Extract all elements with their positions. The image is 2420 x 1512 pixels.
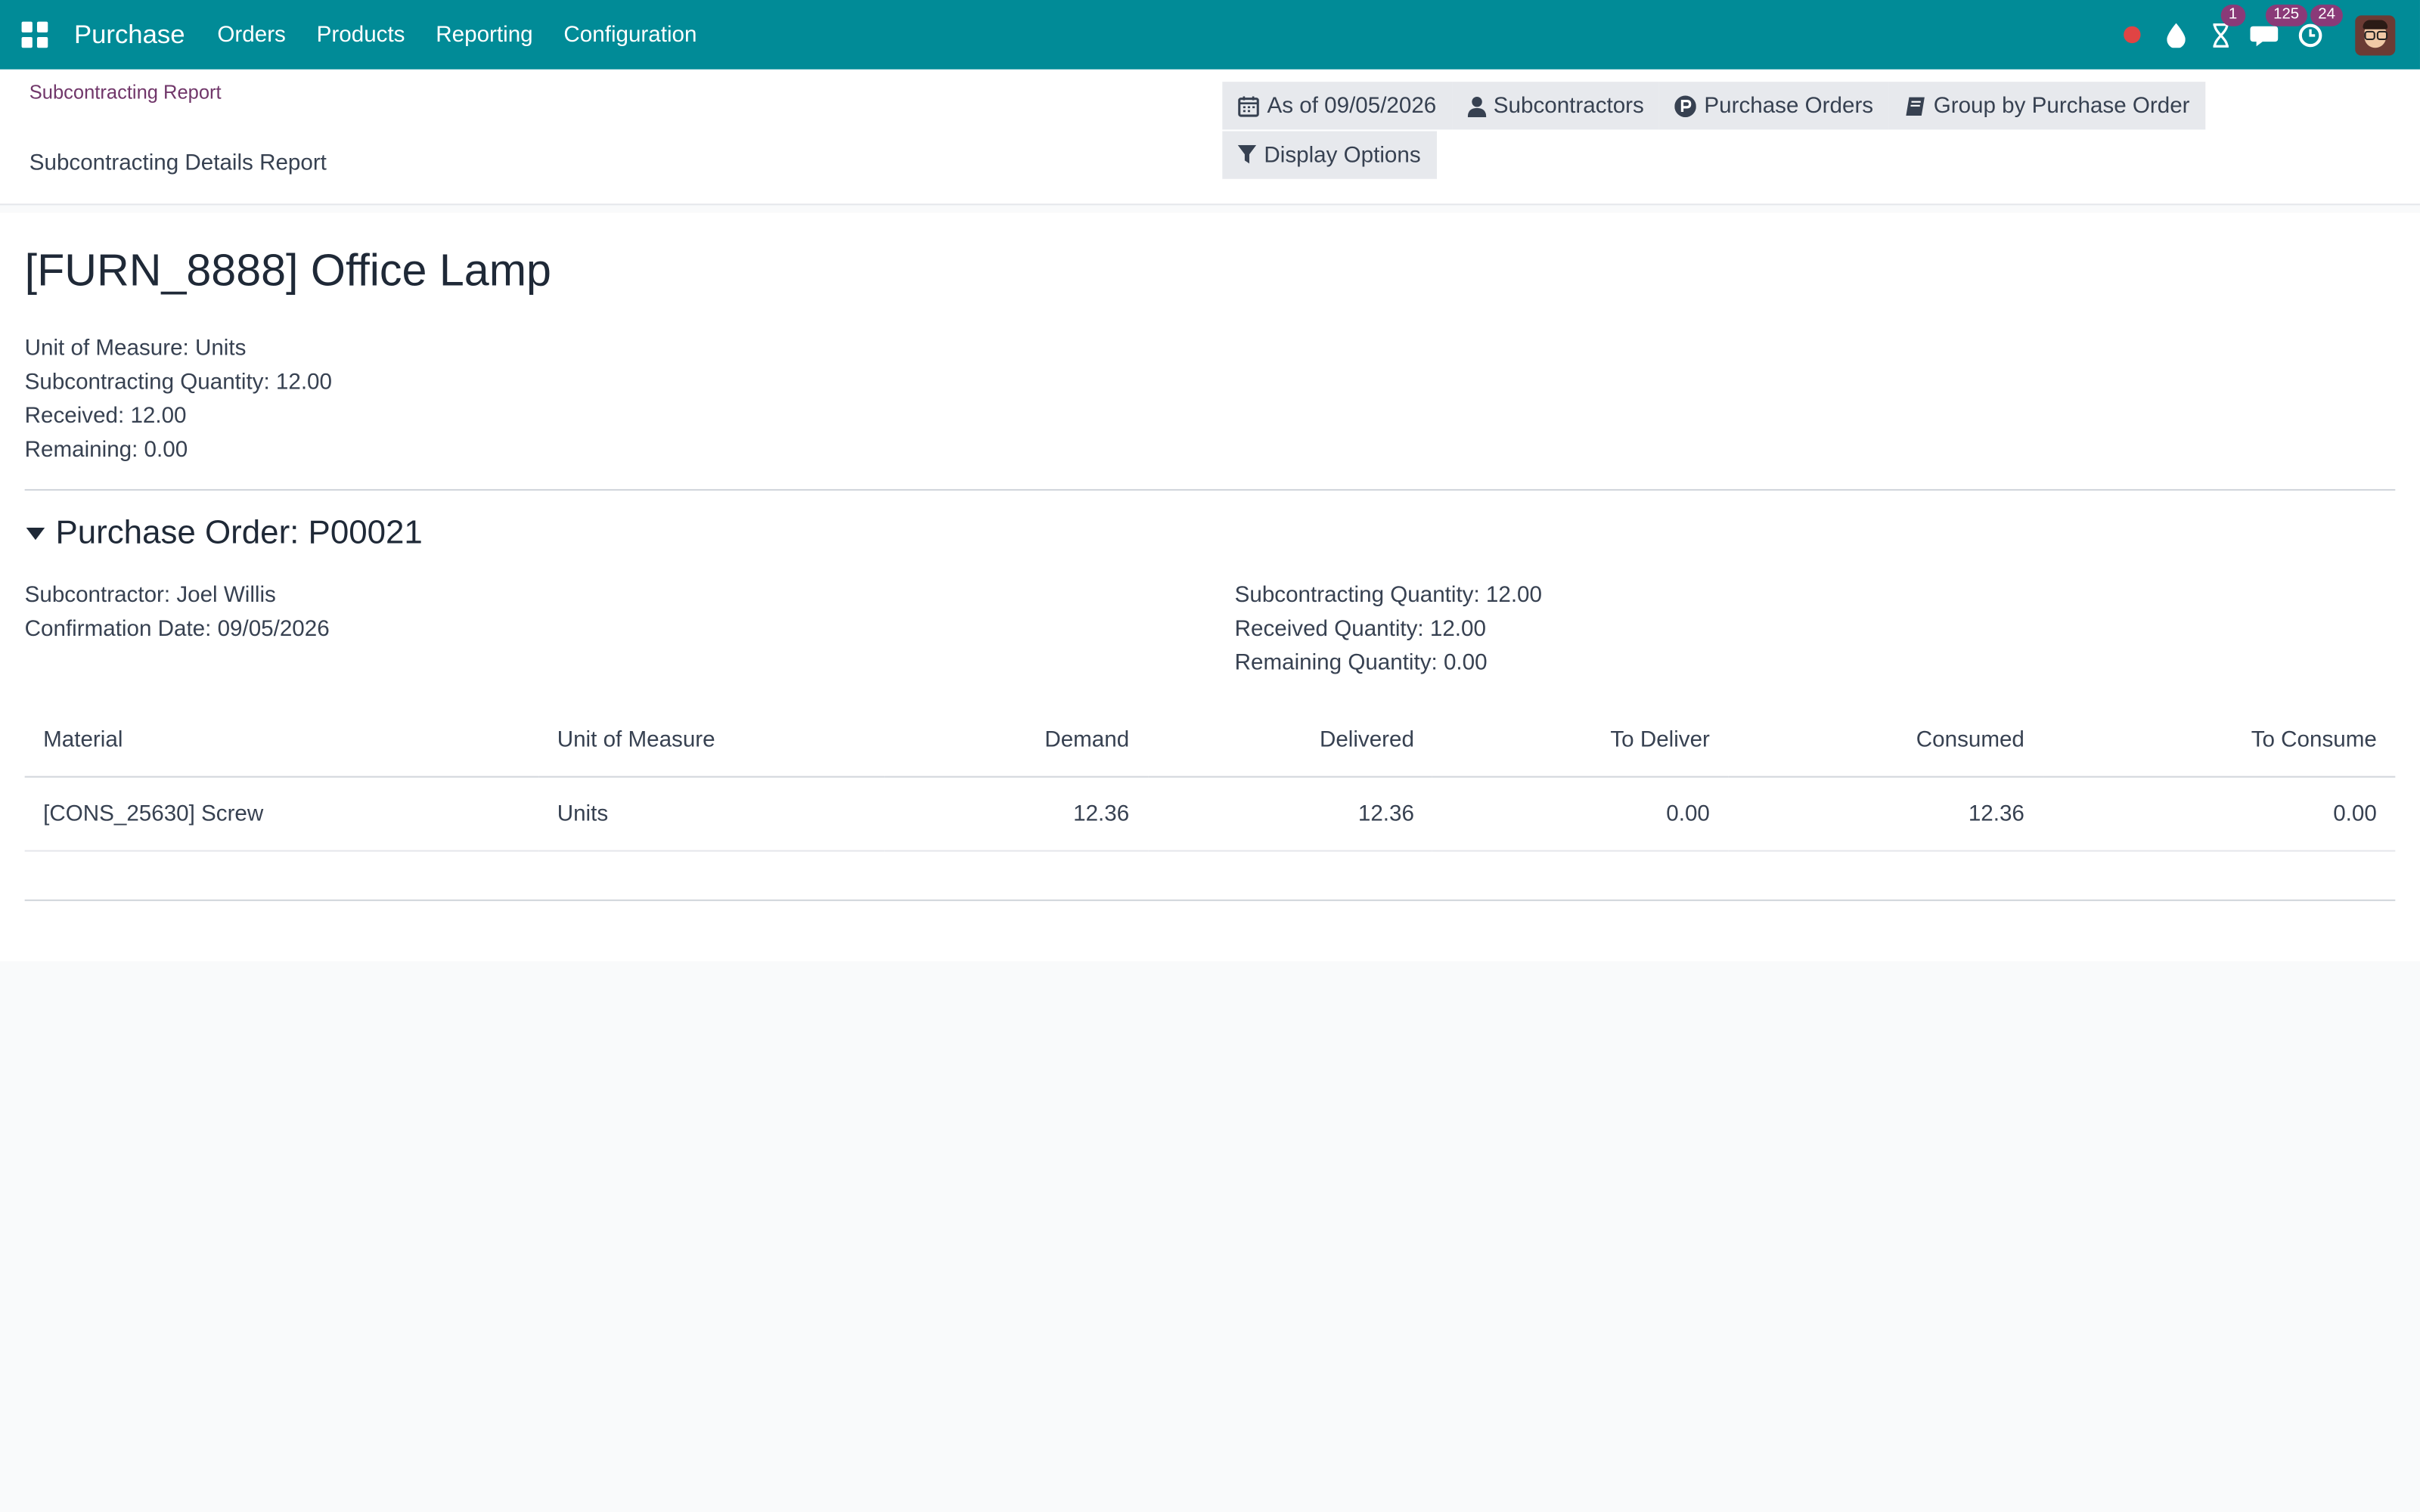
- cell-consumed: 12.36: [1728, 776, 2043, 852]
- product-title: [FURN_8888] Office Lamp: [24, 246, 551, 296]
- app-name[interactable]: Purchase: [74, 20, 185, 51]
- page: Purchase Orders Products Reporting Confi…: [0, 0, 2420, 1512]
- group-by-button[interactable]: Group by Purchase Order: [1888, 82, 2205, 130]
- table-header-row: Material Unit of Measure Demand Delivere…: [24, 703, 2396, 778]
- display-options-button[interactable]: Display Options: [1222, 131, 1437, 179]
- table-row: [CONS_25630] Screw Units 12.36 12.36 0.0…: [24, 776, 2396, 852]
- control-panel: Subcontracting Report Subcontracting Det…: [0, 69, 2420, 206]
- activities-icon[interactable]: 1: [2202, 4, 2245, 53]
- po-received-qty: Received Quantity: 12.00: [1234, 617, 1486, 642]
- menu-orders[interactable]: Orders: [202, 23, 301, 48]
- display-options-label: Display Options: [1264, 142, 1421, 168]
- po-details-right: Subcontracting Quantity: 12.00 Received …: [1235, 578, 1542, 680]
- breadcrumb[interactable]: Subcontracting Report: [29, 82, 222, 104]
- col-consumed: Consumed: [1728, 703, 2043, 778]
- col-to-consume: To Consume: [2043, 703, 2396, 778]
- parking-p-icon: [1674, 94, 1697, 117]
- purchase-orders-filter-button[interactable]: Purchase Orders: [1659, 82, 1889, 130]
- po-subcontracting-qty: Subcontracting Quantity: 12.00: [1234, 583, 1542, 609]
- timer-badge: 24: [2310, 4, 2344, 26]
- app-menu-icon[interactable]: [21, 21, 48, 48]
- caret-down-icon: [26, 526, 45, 540]
- cell-material: [CONS_25630] Screw: [24, 776, 539, 852]
- menu-reporting[interactable]: Reporting: [420, 23, 548, 48]
- book-icon: [1904, 95, 1926, 117]
- systray: 1 125 24: [2113, 0, 2420, 70]
- summary-received: Received: 12.00: [24, 404, 187, 429]
- col-to-deliver: To Deliver: [1432, 703, 1729, 778]
- col-demand: Demand: [884, 703, 1148, 778]
- cell-to-deliver: 0.00: [1432, 776, 1729, 852]
- summary-uom: Unit of Measure: Units: [24, 336, 247, 361]
- subcontractors-filter-label: Subcontractors: [1493, 93, 1644, 119]
- cell-demand: 12.36: [884, 776, 1148, 852]
- date-filter-label: As of 09/05/2026: [1267, 93, 1437, 119]
- messages-icon[interactable]: 125: [2247, 4, 2307, 53]
- activities-badge: 1: [2220, 4, 2245, 26]
- menu-products[interactable]: Products: [301, 23, 420, 48]
- materials-table: Material Unit of Measure Demand Delivere…: [24, 703, 2396, 852]
- droplet-icon[interactable]: [2158, 16, 2195, 53]
- divider: [24, 488, 2396, 491]
- cell-delivered: 12.36: [1147, 776, 1433, 852]
- user-avatar[interactable]: [2355, 14, 2396, 55]
- summary-remaining: Remaining: 0.00: [24, 438, 188, 463]
- filter-funnel-icon: [1237, 144, 1257, 166]
- po-confirmation-date: Confirmation Date: 09/05/2026: [24, 617, 330, 642]
- record-icon[interactable]: [2113, 16, 2150, 53]
- po-subcontractor: Subcontractor: Joel Willis: [24, 583, 276, 609]
- purchase-order-title: Purchase Order: P00021: [55, 513, 423, 551]
- summary-subcontracting-qty: Subcontracting Quantity: 12.00: [24, 370, 332, 395]
- timer-icon[interactable]: 24: [2292, 4, 2344, 53]
- menu-configuration[interactable]: Configuration: [548, 23, 712, 48]
- subcontractors-filter-button[interactable]: Subcontractors: [1451, 82, 1660, 130]
- col-delivered: Delivered: [1147, 703, 1433, 778]
- purchase-order-toggle[interactable]: Purchase Order: P00021: [25, 514, 423, 553]
- cell-uom: Units: [538, 776, 885, 852]
- report-filters: As of 09/05/2026 Subcontractors Purchase…: [1222, 82, 2210, 179]
- col-uom: Unit of Measure: [538, 703, 885, 778]
- group-by-label: Group by Purchase Order: [1933, 93, 2190, 119]
- cell-to-consume: 0.00: [2043, 776, 2396, 852]
- user-icon: [1467, 95, 1486, 117]
- calendar-icon: [1238, 95, 1260, 117]
- report-content: [FURN_8888] Office Lamp Unit of Measure:…: [0, 212, 2420, 962]
- po-remaining-qty: Remaining Quantity: 0.00: [1234, 651, 1488, 676]
- page-subtitle: Subcontracting Details Report: [29, 150, 327, 176]
- col-material: Material: [24, 703, 539, 778]
- top-navbar: Purchase Orders Products Reporting Confi…: [0, 0, 2420, 70]
- divider: [24, 899, 2396, 901]
- purchase-orders-filter-label: Purchase Orders: [1704, 93, 1874, 119]
- main-menu: Orders Products Reporting Configuration: [202, 23, 712, 48]
- date-filter-button[interactable]: As of 09/05/2026: [1222, 82, 1452, 130]
- product-summary: Unit of Measure: Units Subcontracting Qu…: [25, 332, 332, 468]
- po-details-left: Subcontractor: Joel Willis Confirmation …: [25, 578, 330, 646]
